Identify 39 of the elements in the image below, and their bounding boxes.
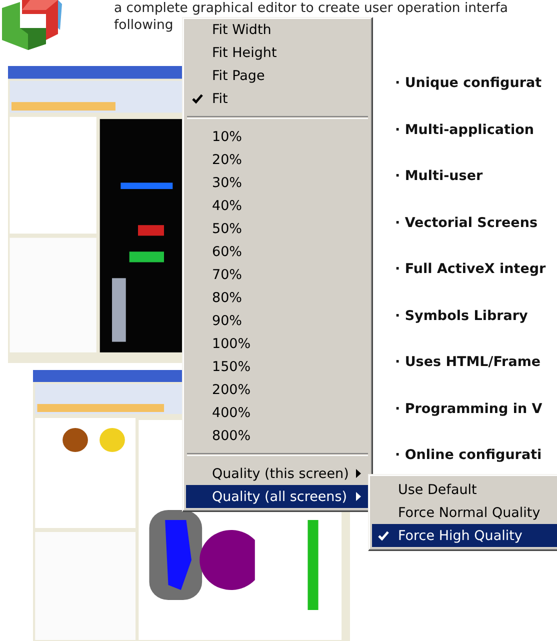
menu-item[interactable]: Force High Quality [372,524,557,547]
menu-item[interactable]: 50% [186,217,369,240]
submenu-arrow-icon [356,469,361,478]
menu-item[interactable]: Use Default [372,478,557,501]
menu-item[interactable]: 90% [186,309,369,332]
menu-item[interactable]: 80% [186,286,369,309]
menu-item[interactable]: 30% [186,171,369,194]
menu-item[interactable]: Fit Width [186,18,369,41]
menu-item[interactable]: 60% [186,240,369,263]
menu-item[interactable]: Fit Page [186,64,369,87]
feature-text: · Uses HTML/Frame [395,354,542,371]
menu-item[interactable]: 40% [186,194,369,217]
menu-item[interactable]: 800% [186,424,369,447]
feature-text: · Symbols Library [395,308,529,324]
feature-text: · Full ActiveX integr [395,261,546,278]
menu-item[interactable]: 10% [186,125,369,148]
menu-item[interactable]: 20% [186,148,369,171]
blocks-icon [0,0,62,50]
feature-text: · Vectorial Screens [395,214,538,232]
menu-item[interactable]: 400% [186,401,369,424]
intro-text: following [114,17,174,34]
menu-item[interactable]: Quality (this screen) [186,462,369,485]
menu-item[interactable]: Quality (all screens) [186,485,369,508]
feature-text: · Unique configurat [395,75,543,92]
submenu-arrow-icon [356,492,361,501]
menu-item[interactable]: Fit Height [186,41,369,64]
menu-item[interactable]: 200% [186,378,369,401]
menu-item[interactable]: 100% [186,332,369,355]
intro-text: a complete graphical editor to create user operation interfa [114,0,508,17]
check-icon [378,530,389,540]
menu-item[interactable]: 70% [186,263,369,286]
menu-item[interactable]: Fit [186,87,369,110]
feature-text: · Multi-application [395,122,535,138]
feature-text: · Programming in V [395,400,544,418]
check-icon [192,94,203,104]
feature-text: · Online configurati [395,447,543,464]
menu-item[interactable]: Force Normal Quality [372,501,557,524]
feature-text: · Multi-user [395,168,484,185]
menu-item[interactable]: 150% [186,355,369,378]
